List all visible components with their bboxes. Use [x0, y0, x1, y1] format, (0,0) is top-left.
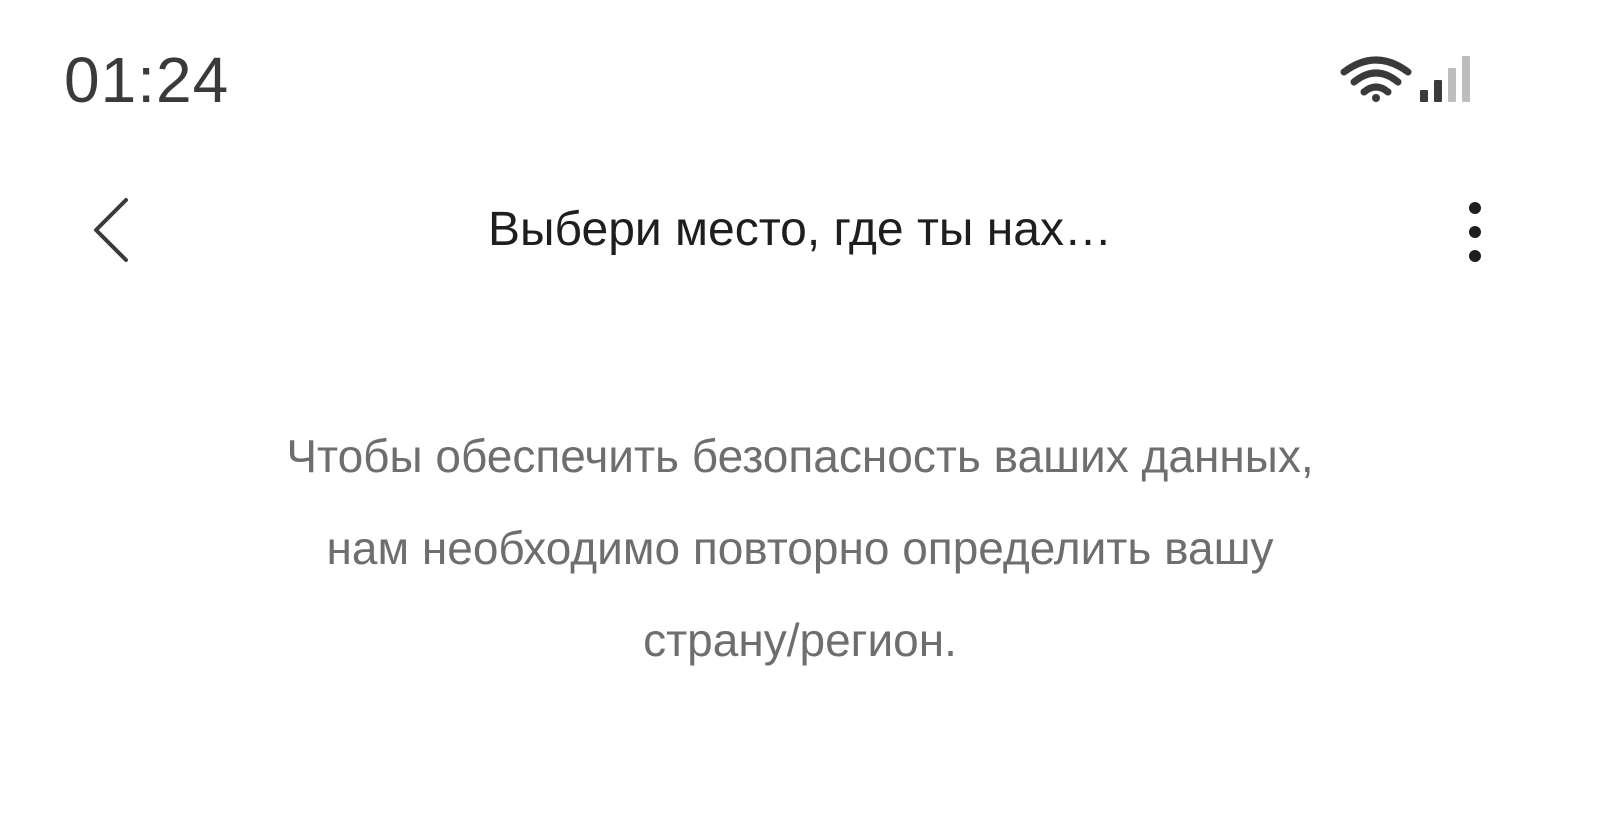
message-line: нам необходимо повторно определить вашу [326, 522, 1274, 574]
status-bar: 01:24 [0, 0, 1600, 150]
status-icons [1338, 54, 1478, 106]
chevron-left-icon [94, 198, 128, 262]
more-vertical-icon [1469, 202, 1481, 262]
message-line: страну/регион. [643, 614, 957, 666]
back-button[interactable] [80, 188, 150, 272]
wifi-icon [1340, 56, 1412, 102]
more-options-button[interactable] [1450, 188, 1500, 272]
status-time: 01:24 [64, 44, 230, 116]
region-verification-message: Чтобы обеспечить безопасность ваших данн… [100, 410, 1500, 686]
signal-icon [1420, 56, 1470, 102]
message-line: Чтобы обеспечить безопасность ваших данн… [286, 430, 1314, 482]
page-title: Выбери место, где ты нах… [488, 203, 1112, 256]
app-bar: Выбери место, где ты нах… [0, 180, 1600, 280]
